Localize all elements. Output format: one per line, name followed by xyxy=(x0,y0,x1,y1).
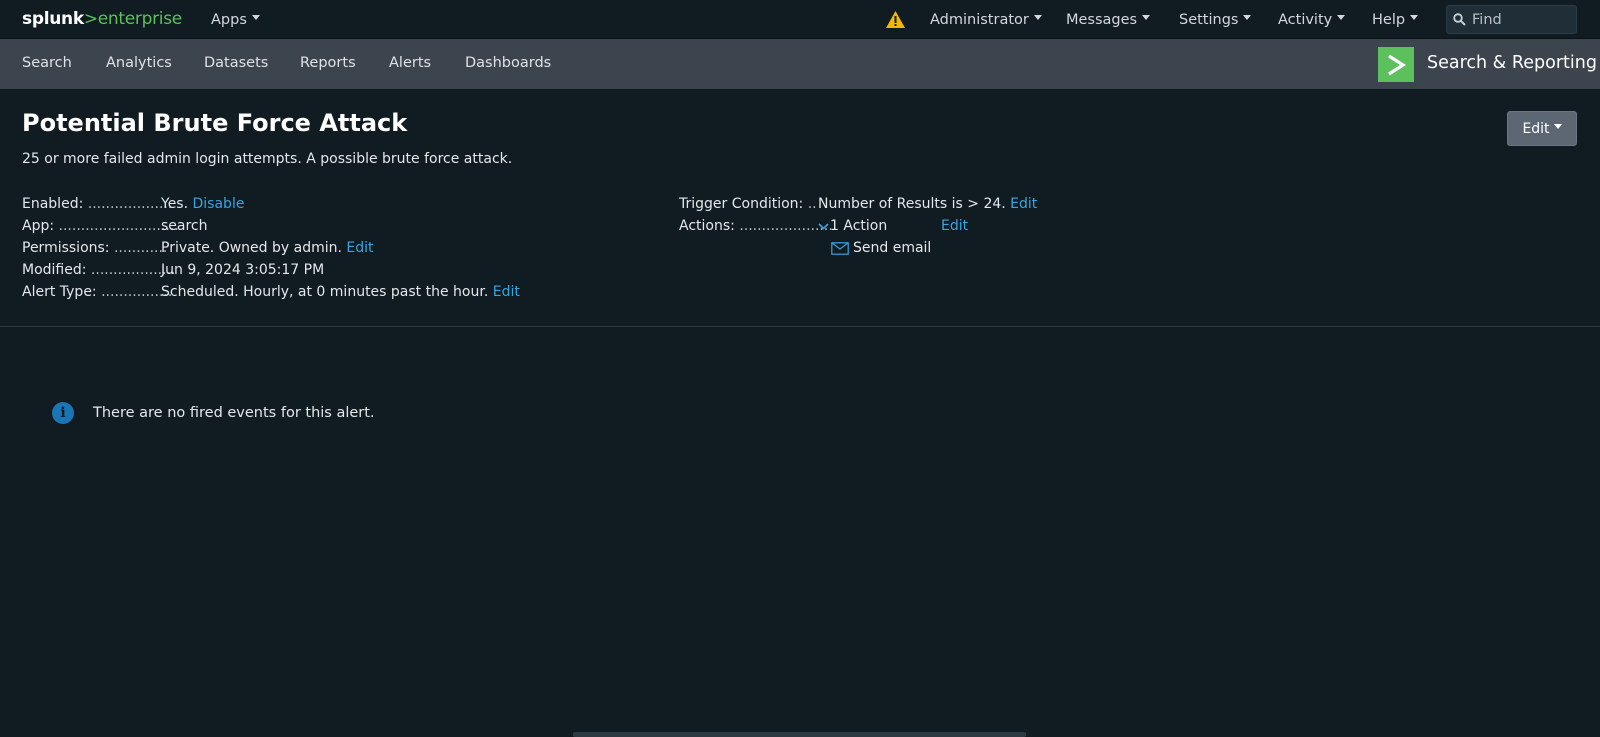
find-input[interactable] xyxy=(1472,11,1572,28)
actions-count: 1 Action xyxy=(830,218,888,234)
permissions-value: Private. Owned by admin. xyxy=(161,240,342,256)
detail-trigger-condition: Trigger Condition: .. xyxy=(679,196,817,212)
help-menu[interactable]: Help xyxy=(1372,0,1419,39)
nav-datasets[interactable]: Datasets xyxy=(204,55,268,71)
nav-search[interactable]: Search xyxy=(22,55,72,71)
page-title: Potential Brute Force Attack xyxy=(22,109,408,137)
trigger-condition-edit-link[interactable]: Edit xyxy=(1010,196,1037,212)
settings-menu[interactable]: Settings xyxy=(1179,0,1252,39)
actions-toggle[interactable]: 1 Action xyxy=(818,218,887,234)
actions-edit-link-label: Edit xyxy=(941,218,969,234)
trigger-condition-value-wrap: Number of Results is > 24. Edit xyxy=(818,196,1037,212)
disable-link[interactable]: Disable xyxy=(193,196,245,212)
app-icon xyxy=(1378,47,1414,82)
edit-button-label: Edit xyxy=(1522,120,1550,137)
permissions-value-wrap: Private. Owned by admin. Edit xyxy=(161,240,374,256)
permissions-edit-link[interactable]: Edit xyxy=(346,240,373,256)
caret-down-icon xyxy=(1553,124,1562,129)
activity-menu[interactable]: Activity xyxy=(1278,0,1346,39)
horizontal-scrollbar[interactable] xyxy=(573,732,1026,737)
app-nav-bar: Search Analytics Datasets Reports Alerts… xyxy=(0,39,1600,89)
app-title: Search & Reporting xyxy=(1427,53,1597,73)
warning-icon[interactable] xyxy=(885,10,906,33)
caret-down-icon xyxy=(1337,15,1346,20)
enabled-value: Yes. xyxy=(161,196,189,212)
alert-type-edit-link[interactable]: Edit xyxy=(493,284,520,300)
logo-text-splunk: splunk xyxy=(22,9,84,29)
modified-label: Modified: xyxy=(22,262,87,278)
enabled-value-wrap: Yes. Disable xyxy=(161,196,244,212)
administrator-menu[interactable]: Administrator xyxy=(930,0,1042,39)
caret-down-icon xyxy=(251,15,260,20)
app-value: search xyxy=(161,218,208,234)
detail-enabled: Enabled: ................... xyxy=(22,196,172,212)
chevron-down-icon xyxy=(818,223,829,230)
activity-menu-label: Activity xyxy=(1278,11,1333,28)
detail-actions: Actions: ..................... xyxy=(679,218,833,234)
apps-menu[interactable]: Apps xyxy=(211,0,260,39)
administrator-menu-label: Administrator xyxy=(930,11,1029,28)
send-email-label: Send email xyxy=(853,240,932,256)
modified-value: Jun 9, 2024 3:05:17 PM xyxy=(161,262,325,278)
detail-modified: Modified: ................... xyxy=(22,262,175,278)
caret-down-icon xyxy=(1410,15,1419,20)
search-icon xyxy=(1453,13,1466,26)
caret-down-icon xyxy=(1033,15,1042,20)
actions-label: Actions: xyxy=(679,218,735,234)
logo-text-enterprise: >enterprise xyxy=(83,9,182,29)
enabled-label: Enabled: xyxy=(22,196,84,212)
trigger-condition-dots: .. xyxy=(807,196,817,212)
no-events-message: There are no fired events for this alert… xyxy=(93,405,375,421)
messages-menu-label: Messages xyxy=(1066,11,1138,28)
help-menu-label: Help xyxy=(1372,11,1406,28)
permissions-dots: ............ xyxy=(113,240,168,256)
caret-down-icon xyxy=(1142,15,1151,20)
top-bar: splunk>enterprise Apps Administrator Mes… xyxy=(0,0,1600,39)
messages-menu[interactable]: Messages xyxy=(1066,0,1151,39)
action-send-email: Send email xyxy=(831,240,931,256)
app-label: App: xyxy=(22,218,55,234)
alert-description: 25 or more failed admin login attempts. … xyxy=(22,151,513,167)
enabled-dots: ................... xyxy=(87,196,173,212)
splunk-logo[interactable]: splunk>enterprise xyxy=(22,9,182,29)
settings-menu-label: Settings xyxy=(1179,11,1239,28)
apps-menu-label: Apps xyxy=(211,11,247,28)
info-icon: i xyxy=(52,402,74,424)
alert-type-label: Alert Type: xyxy=(22,284,97,300)
detail-alert-type: Alert Type: ................ xyxy=(22,284,172,300)
find-box[interactable] xyxy=(1446,5,1577,34)
trigger-condition-label: Trigger Condition: xyxy=(679,196,804,212)
detail-app: App: ........................... xyxy=(22,218,179,234)
detail-permissions: Permissions: ............ xyxy=(22,240,167,256)
chevron-right-icon xyxy=(1388,54,1406,75)
actions-edit-link[interactable]: Edit xyxy=(941,218,968,234)
nav-analytics[interactable]: Analytics xyxy=(106,55,172,71)
alert-type-value: Scheduled. Hourly, at 0 minutes past the… xyxy=(161,284,489,300)
permissions-label: Permissions: xyxy=(22,240,110,256)
envelope-icon xyxy=(831,241,849,255)
nav-alerts[interactable]: Alerts xyxy=(389,55,431,71)
section-divider xyxy=(0,326,1600,327)
trigger-condition-value: Number of Results is > 24. xyxy=(818,196,1006,212)
edit-button[interactable]: Edit xyxy=(1507,111,1577,146)
nav-reports[interactable]: Reports xyxy=(300,55,356,71)
alert-type-value-wrap: Scheduled. Hourly, at 0 minutes past the… xyxy=(161,284,520,300)
nav-dashboards[interactable]: Dashboards xyxy=(465,55,551,71)
caret-down-icon xyxy=(1243,15,1252,20)
